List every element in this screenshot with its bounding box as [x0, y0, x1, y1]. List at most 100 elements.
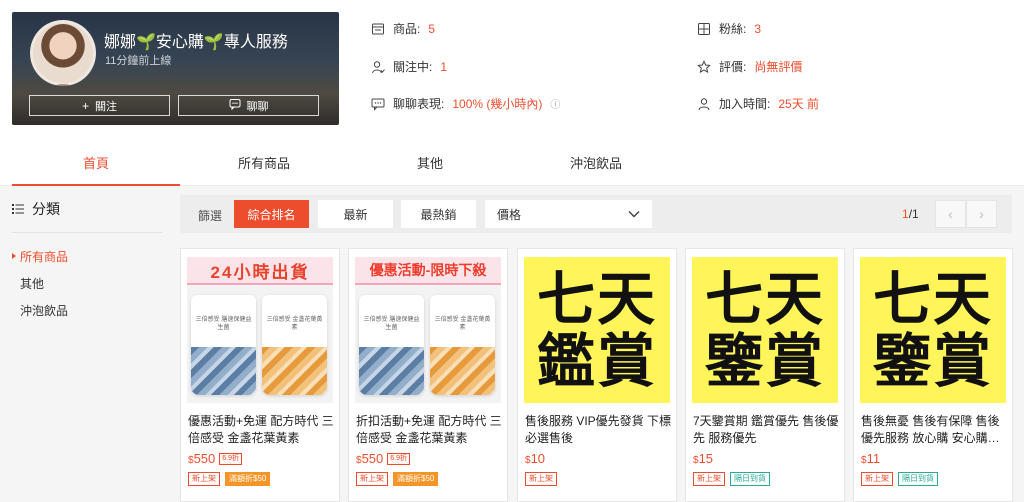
- product-price: $15: [693, 451, 713, 466]
- chat-label: 聊聊: [246, 100, 269, 113]
- image-text-line2: 鑑賞: [536, 327, 657, 395]
- category-item-other[interactable]: 其他: [12, 270, 164, 297]
- category-item-all[interactable]: 所有商品: [12, 243, 164, 270]
- pouch-label: 三倍感受 金盞花葉黃素: [266, 317, 323, 331]
- stat-following-label: 關注中:: [393, 60, 433, 74]
- price-value: 550: [361, 451, 384, 466]
- page-current: 1: [902, 207, 909, 221]
- product-price: $11: [861, 451, 880, 466]
- product-title: 7天鑒賞期 鑑賞優先 售後優先 服務優先: [693, 414, 839, 445]
- category-sidebar: 分類 所有商品 其他 沖泡飲品: [12, 196, 164, 324]
- image-text-line1: 七天: [536, 265, 657, 333]
- next-page-button[interactable]: ›: [966, 200, 997, 228]
- product-image: 優惠活動-限時下殺 三倍感受 膳速保健益生菌 三倍感受 金盞花葉黃素: [355, 257, 501, 403]
- fans-icon: [697, 22, 711, 36]
- stat-fans: 粉絲: 3: [697, 20, 761, 37]
- tab-other[interactable]: 其他: [346, 140, 514, 185]
- sort-bar: 篩選 綜合排名 最新 最熱銷 價格 1/1 ‹ ›: [180, 195, 1012, 233]
- price-value: 11: [866, 451, 881, 466]
- image-text-line2: 鑒賞: [872, 327, 993, 395]
- stat-rating-value: 尚無評價: [754, 60, 803, 74]
- price-value: 15: [698, 451, 714, 466]
- tag-new: 新上架: [693, 472, 725, 486]
- product-card[interactable]: 24小時出貨 三倍感受 膳速保健益生菌 三倍感受 金盞花葉黃素 優惠活動+免運 …: [180, 248, 340, 502]
- product-title: 折扣活動+免運 配方時代 三倍感受 金盞花葉黃素（30…: [356, 414, 502, 445]
- image-text-line1: 七天: [872, 265, 993, 333]
- stat-rating-label: 評價:: [719, 60, 747, 74]
- shop-online-status: 11分鐘前上線: [105, 55, 172, 67]
- stat-fans-value: 3: [754, 21, 762, 36]
- chevron-left-icon: ‹: [948, 206, 953, 222]
- pouch-label: 三倍感受 金盞花葉黃素: [434, 317, 491, 331]
- stat-products-value: 5: [428, 21, 436, 36]
- price-select-label: 價格: [497, 207, 522, 222]
- user-icon: [697, 97, 711, 111]
- product-tags: 新上架: [525, 472, 557, 486]
- follow-button[interactable]: + 關注: [29, 95, 170, 116]
- tag-new: 新上架: [356, 472, 388, 486]
- prev-page-button[interactable]: ‹: [935, 200, 966, 228]
- product-banner: 優惠活動-限時下殺: [355, 257, 501, 285]
- tag-discount: 滿額折$50: [393, 472, 439, 486]
- product-pouch: 三倍感受 金盞花葉黃素: [262, 295, 327, 395]
- shop-avatar[interactable]: [30, 20, 96, 86]
- stat-joined-label: 加入時間:: [719, 97, 771, 111]
- tag-next-day: 隔日到貨: [898, 472, 938, 486]
- product-image: 七天 鑑賞: [524, 257, 670, 403]
- sort-top-sales-button[interactable]: 最熱銷: [401, 200, 476, 228]
- discount-badge: 6.9折: [219, 452, 242, 465]
- stat-joined-value: 25天 前: [778, 97, 820, 111]
- star-icon: [697, 59, 711, 74]
- stat-chat-performance: 聊聊表現: 100% (幾小時內) ⓘ: [371, 95, 560, 112]
- price-select[interactable]: 價格: [485, 200, 652, 228]
- tag-discount: 滿額折$50: [225, 472, 271, 486]
- stat-chat-label: 聊聊表現:: [393, 97, 445, 111]
- product-pouch: 三倍感受 膳速保健益生菌: [191, 295, 256, 395]
- price-value: 10: [530, 451, 546, 466]
- stat-products: 商品: 5: [371, 20, 435, 37]
- product-price: $550 6.9折: [188, 451, 242, 466]
- chevron-down-icon: [628, 207, 640, 221]
- category-item-drinks[interactable]: 沖泡飲品: [12, 297, 164, 324]
- page-indicator: 1/1: [902, 207, 919, 221]
- product-tags: 新上架 滿額折$50: [356, 472, 439, 486]
- person-icon: [371, 60, 385, 74]
- tab-all-products[interactable]: 所有商品: [180, 140, 348, 185]
- shop-tabs: 首頁 所有商品 其他 沖泡飲品: [0, 140, 1024, 186]
- product-title: 售後無憂 售後有保障 售後優先服務 放心購 安心購…: [861, 414, 1000, 445]
- price-value: 550: [193, 451, 216, 466]
- sort-relevance-button[interactable]: 綜合排名: [234, 200, 309, 228]
- stat-fans-label: 粉絲:: [719, 22, 747, 36]
- page-total: /1: [908, 207, 919, 221]
- stat-chat-value: 100% (幾小時內): [452, 97, 543, 111]
- help-icon[interactable]: ⓘ: [550, 96, 560, 111]
- product-card[interactable]: 七天 鑒賞 售後無憂 售後有保障 售後優先服務 放心購 安心購… $11 新上架…: [853, 248, 1013, 502]
- store-icon: [371, 22, 385, 36]
- stat-rating: 評價: 尚無評價: [697, 58, 802, 75]
- shop-card: 娜娜🌱安心購🌱專人服務 11分鐘前上線 + 關注 聊聊: [12, 12, 339, 125]
- tag-new: 新上架: [188, 472, 220, 486]
- list-icon: [12, 201, 24, 217]
- chat-bubble-icon: [229, 98, 241, 113]
- product-tags: 新上架 隔日到貨: [861, 472, 938, 486]
- pouch-label: 三倍感受 膳速保健益生菌: [363, 317, 420, 331]
- category-heading-label: 分類: [32, 201, 60, 217]
- stat-products-label: 商品:: [393, 22, 421, 36]
- plus-icon: +: [81, 98, 89, 113]
- divider: [12, 232, 162, 233]
- tag-new: 新上架: [861, 472, 893, 486]
- product-card[interactable]: 優惠活動-限時下殺 三倍感受 膳速保健益生菌 三倍感受 金盞花葉黃素 折扣活動+…: [348, 248, 508, 502]
- tab-drinks[interactable]: 沖泡飲品: [512, 140, 680, 185]
- product-image: 七天 鑒賞: [860, 257, 1006, 403]
- stat-joined: 加入時間: 25天 前: [697, 95, 819, 112]
- product-title: 售後服務 VIP優先發貨 下標必選售後: [525, 414, 671, 445]
- product-card[interactable]: 七天 鑑賞 售後服務 VIP優先發貨 下標必選售後 $10 新上架: [517, 248, 677, 502]
- chat-button[interactable]: 聊聊: [178, 95, 319, 116]
- pouch-label: 三倍感受 膳速保健益生菌: [195, 317, 252, 331]
- product-card[interactable]: 七天 鑒賞 7天鑒賞期 鑑賞優先 售後優先 服務優先 $15 新上架 隔日到貨: [685, 248, 845, 502]
- tab-home[interactable]: 首頁: [12, 140, 180, 186]
- sort-latest-button[interactable]: 最新: [318, 200, 393, 228]
- product-image: 七天 鑒賞: [692, 257, 838, 403]
- product-price: $550 6.9折: [356, 451, 410, 466]
- discount-badge: 6.9折: [387, 452, 410, 465]
